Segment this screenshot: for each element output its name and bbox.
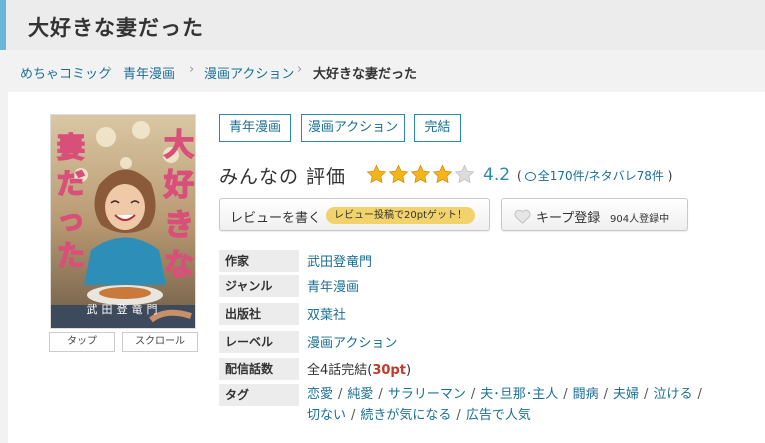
star-filled-icon	[410, 164, 431, 184]
star-filled-icon	[366, 164, 387, 184]
star-filled-icon	[388, 164, 409, 184]
tags-line-2: 切ない / 続きが気になる / 広告で人気	[307, 408, 531, 423]
tag-link[interactable]: 闘病	[573, 387, 599, 402]
tag-link[interactable]: サラリーマン	[388, 387, 466, 402]
page-title: 大好きな妻だった	[28, 16, 204, 40]
chevron-right-icon: ›	[107, 62, 113, 77]
tag-link[interactable]: 夫婦	[613, 387, 639, 402]
write-review-label: レビューを書く	[230, 211, 322, 226]
tag-link[interactable]: 夫･旦那･主人	[480, 387, 558, 402]
tag-link[interactable]: 続きが気になる	[360, 408, 451, 423]
page-header: 大好きな妻だった	[0, 0, 765, 50]
tag-link[interactable]: 切ない	[307, 408, 346, 423]
info-key-author: 作家	[219, 250, 299, 272]
breadcrumb: めちゃコミック › 青年漫画 › 漫画アクション › 大好きな妻だった	[0, 50, 765, 92]
rating-score: 4.2	[483, 165, 511, 185]
tag-manga-action[interactable]: 漫画アクション	[301, 114, 405, 142]
breadcrumb-home-link[interactable]: めちゃコミック	[20, 63, 111, 82]
star-empty-icon	[454, 164, 475, 184]
keep-count: 904人登録中	[610, 214, 670, 225]
chevron-right-icon: ›	[297, 62, 303, 77]
cover-title-glyph: だ	[57, 167, 85, 200]
tag-link[interactable]: 純愛	[347, 387, 373, 402]
rating-counts: ( 全170件/ネタバレ78件 )	[517, 167, 672, 184]
tags-line-1: 恋愛 / 純愛 / サラリーマン / 夫･旦那･主人 / 闘病 / 夫婦 / 泣ける /	[307, 387, 702, 402]
cover-author-art: 武田登竜門	[87, 302, 162, 316]
info-key-genre: ジャンル	[219, 275, 299, 297]
star-filled-icon	[432, 164, 453, 184]
cover-title-glyph: 好	[163, 168, 194, 203]
episodes-value: 全4話完結(30pt)	[307, 359, 411, 378]
info-key-label: レーベル	[219, 331, 299, 353]
heart-icon	[514, 209, 531, 224]
info-key-publisher: 出版社	[219, 303, 299, 325]
detail-panel: 大好きな妻だった武田登竜門 タップ スクロール 青年漫画 漫画アクション 完結 …	[8, 92, 765, 443]
review-count-link[interactable]: 全170件/ネタバレ78件	[538, 169, 664, 183]
episodes-suffix: )	[405, 363, 412, 378]
tag-seinen-manga[interactable]: 青年漫画	[219, 114, 291, 142]
tag-completed[interactable]: 完結	[414, 114, 461, 142]
info-key-episodes: 配信話数	[219, 358, 299, 380]
chevron-right-icon: ›	[189, 62, 195, 77]
cover-title-glyph: き	[164, 208, 194, 243]
author-link[interactable]: 武田登竜門	[307, 251, 372, 270]
breadcrumb-current: 大好きな妻だった	[313, 67, 418, 82]
open-paren: (	[517, 169, 522, 183]
cover-title-glyph: な	[164, 248, 194, 283]
episodes-prefix: 全4話完結(	[307, 363, 373, 378]
tap-button[interactable]: タップ	[49, 332, 115, 352]
cover-title-art: 大好きな 妻だった武田登竜門	[56, 127, 195, 316]
genre-link[interactable]: 青年漫画	[307, 276, 359, 295]
breadcrumb-label-link[interactable]: 漫画アクション	[204, 63, 294, 82]
close-paren: )	[667, 169, 673, 183]
keep-button[interactable]: キープ登録 904人登録中	[501, 198, 688, 231]
speech-bubble-icon	[524, 172, 536, 181]
write-review-button[interactable]: レビューを書く レビュー投稿で20ptゲット！	[219, 198, 490, 231]
cover-title-glyph: 大	[164, 128, 194, 163]
breadcrumb-genre-link[interactable]: 青年漫画	[123, 63, 175, 82]
cover-title-glyph: 妻	[57, 131, 85, 164]
rating-label: みんなの 評価	[219, 166, 347, 188]
cover-title-glyph: た	[57, 239, 85, 272]
info-key-tags: タグ	[219, 384, 299, 406]
tag-link[interactable]: 広告で人気	[466, 408, 531, 423]
episodes-points: 30pt	[372, 363, 406, 378]
cover-title-logo: 大好きな 妻だった武田登竜門	[51, 115, 195, 328]
publisher-link[interactable]: 双葉社	[307, 304, 346, 323]
tag-link[interactable]: 恋愛	[307, 387, 333, 402]
scroll-button[interactable]: スクロール	[122, 332, 198, 352]
tag-link[interactable]: 泣ける	[653, 387, 692, 402]
cover-title-glyph: っ	[57, 203, 85, 236]
review-promo-badge: レビュー投稿で20ptゲット！	[326, 207, 475, 224]
keep-label: キープ登録	[536, 211, 601, 226]
cover-image[interactable]: 大好きな 妻だった武田登竜門	[50, 114, 196, 329]
label-link[interactable]: 漫画アクション	[307, 332, 397, 351]
